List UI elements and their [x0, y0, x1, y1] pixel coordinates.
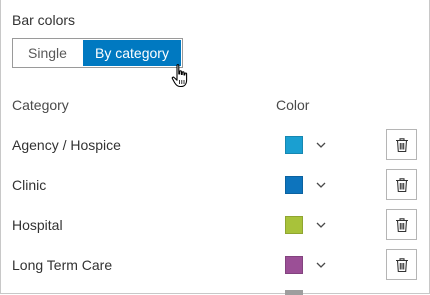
trash-icon — [395, 257, 408, 272]
by-category-option[interactable]: By category — [83, 40, 181, 66]
chevron-down-icon[interactable] — [315, 259, 327, 271]
trash-icon — [395, 137, 408, 152]
trash-icon — [395, 217, 408, 232]
category-label: Agency / Hospice — [12, 137, 121, 153]
chevron-down-icon[interactable] — [315, 179, 327, 191]
color-swatch[interactable] — [285, 216, 303, 234]
bar-colors-title: Bar colors — [12, 12, 76, 28]
hand-pointer-icon — [171, 64, 188, 88]
chevron-down-icon[interactable] — [315, 219, 327, 231]
delete-category-button[interactable] — [386, 209, 417, 240]
trash-icon — [395, 177, 408, 192]
color-swatch[interactable] — [285, 256, 303, 274]
bar-colors-segmented-control: Single By category — [12, 38, 183, 68]
category-row: Hospital — [1, 205, 429, 245]
color-swatch[interactable] — [285, 136, 303, 154]
color-column-header: Color — [276, 97, 310, 113]
chevron-down-icon[interactable] — [315, 139, 327, 151]
delete-category-button[interactable] — [386, 169, 417, 200]
delete-category-button[interactable] — [386, 249, 417, 280]
category-column-header: Category — [12, 97, 69, 113]
category-label: Clinic — [12, 177, 47, 193]
bar-colors-panel: Bar colors Single By category Category C… — [0, 0, 430, 295]
single-option[interactable]: Single — [13, 39, 82, 67]
category-label: Long Term Care — [12, 257, 113, 273]
color-swatch[interactable] — [285, 176, 303, 194]
category-row: Agency / Hospice — [1, 125, 429, 165]
category-row: Long Term Care — [1, 245, 429, 285]
next-row-swatch-partial — [285, 290, 303, 295]
delete-category-button[interactable] — [386, 129, 417, 160]
category-label: Hospital — [12, 217, 63, 233]
category-row: Clinic — [1, 165, 429, 205]
